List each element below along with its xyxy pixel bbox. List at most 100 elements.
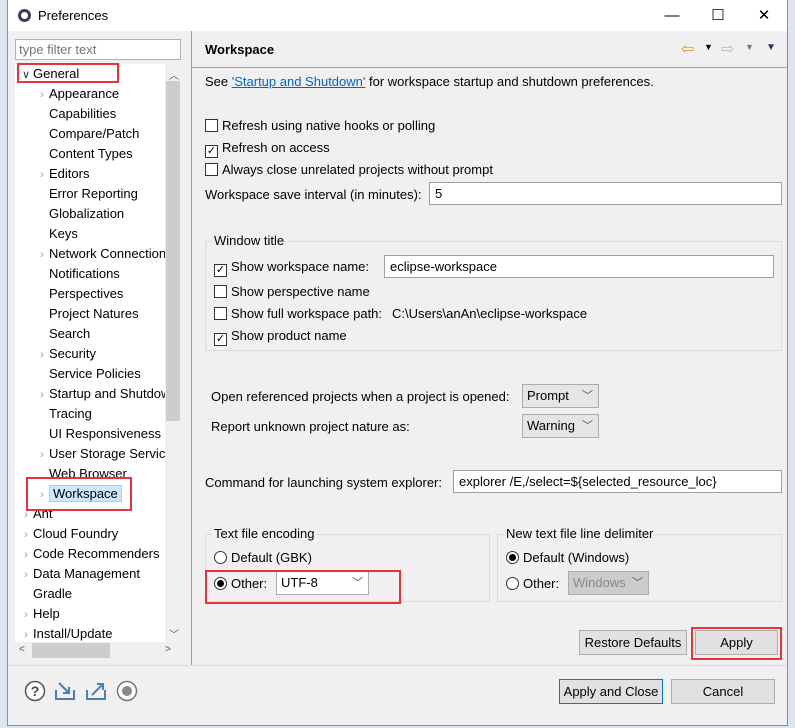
show-workspace-name-checkbox[interactable]: ✓ Show workspace name: bbox=[214, 259, 369, 277]
report-nature-select[interactable]: Warning ﹀ bbox=[522, 414, 599, 438]
chevron-right-icon[interactable]: › bbox=[35, 445, 49, 465]
checkmark-icon[interactable]: ✓ bbox=[214, 264, 227, 277]
always-close-checkbox[interactable]: Always close unrelated projects without … bbox=[205, 162, 493, 177]
page-header: Workspace ⇦ ▼ ⇨ ▼ ▼ bbox=[192, 31, 787, 68]
tree-item[interactable]: › User Storage Service bbox=[35, 444, 165, 464]
page-title: Workspace bbox=[205, 42, 275, 57]
tree-vertical-scrollbar[interactable]: ︿ ﹀ bbox=[165, 64, 181, 642]
scrollbar-thumb[interactable] bbox=[32, 643, 110, 658]
checkbox-box[interactable] bbox=[214, 307, 227, 320]
chevron-down-icon: ﹀ bbox=[582, 420, 593, 432]
scroll-right-icon[interactable]: > bbox=[165, 644, 171, 655]
tree-item[interactable]: Tracing bbox=[35, 404, 92, 424]
import-icon[interactable] bbox=[54, 680, 76, 702]
refresh-native-checkbox[interactable]: Refresh using native hooks or polling bbox=[205, 118, 435, 133]
tree-item[interactable]: Keys bbox=[35, 224, 78, 244]
restore-defaults-button[interactable]: Restore Defaults bbox=[579, 630, 687, 655]
chevron-right-icon[interactable]: › bbox=[19, 565, 33, 585]
tree-item[interactable]: › Appearance bbox=[35, 84, 119, 104]
chevron-down-icon: ﹀ bbox=[632, 577, 643, 589]
checkmark-icon[interactable]: ✓ bbox=[205, 145, 218, 158]
tree-item-label: UI Responsiveness bbox=[49, 426, 161, 441]
export-icon[interactable] bbox=[85, 680, 107, 702]
explorer-command-input[interactable]: explorer /E,/select=${selected_resource_… bbox=[453, 470, 782, 493]
scroll-left-icon[interactable]: < bbox=[19, 644, 25, 655]
apply-and-close-button[interactable]: Apply and Close bbox=[559, 679, 663, 704]
refresh-on-access-checkbox[interactable]: ✓ Refresh on access bbox=[205, 140, 330, 158]
startup-shutdown-link[interactable]: 'Startup and Shutdown' bbox=[232, 74, 366, 89]
tree-item-label: Content Types bbox=[49, 146, 133, 161]
workspace-name-input[interactable]: eclipse-workspace bbox=[384, 255, 774, 278]
tree-item[interactable]: Gradle bbox=[19, 584, 72, 604]
tree-item[interactable]: Content Types bbox=[35, 144, 133, 164]
checkbox-box[interactable] bbox=[214, 285, 227, 298]
scrollbar-thumb[interactable] bbox=[166, 81, 180, 421]
save-interval-label: Workspace save interval (in minutes): bbox=[205, 187, 422, 202]
scroll-down-icon[interactable]: ﹀ bbox=[169, 626, 179, 641]
tree-item[interactable]: › Startup and Shutdown bbox=[35, 384, 165, 404]
tree-item-label: Notifications bbox=[49, 266, 120, 281]
tree-item[interactable]: › Security bbox=[35, 344, 96, 364]
chevron-right-icon[interactable]: › bbox=[35, 345, 49, 365]
encoding-default-radio[interactable]: Default (GBK) bbox=[214, 550, 312, 565]
cancel-button[interactable]: Cancel bbox=[671, 679, 775, 704]
record-icon[interactable] bbox=[116, 680, 138, 702]
open-referenced-select[interactable]: Prompt ﹀ bbox=[522, 384, 599, 408]
chevron-right-icon[interactable]: › bbox=[19, 545, 33, 565]
show-perspective-checkbox[interactable]: Show perspective name bbox=[214, 284, 370, 299]
minimize-button[interactable]: — bbox=[649, 0, 695, 31]
radio-button[interactable] bbox=[506, 577, 519, 590]
chevron-right-icon[interactable]: › bbox=[19, 605, 33, 625]
maximize-button[interactable]: ☐ bbox=[695, 0, 741, 31]
radio-button[interactable] bbox=[214, 551, 227, 564]
checkmark-icon[interactable]: ✓ bbox=[214, 333, 227, 346]
tree-item[interactable]: Project Natures bbox=[35, 304, 139, 324]
back-menu-icon[interactable]: ▼ bbox=[704, 42, 713, 52]
radio-button[interactable] bbox=[506, 551, 519, 564]
tree-item[interactable]: › Data Management bbox=[19, 564, 140, 584]
tree-item[interactable]: › Install/Update bbox=[19, 624, 112, 642]
tree-item[interactable]: Perspectives bbox=[35, 284, 123, 304]
tree-item[interactable]: › Editors bbox=[35, 164, 89, 184]
tree-item[interactable]: › Network Connections bbox=[35, 244, 165, 264]
view-menu-icon[interactable]: ▼ bbox=[766, 42, 776, 53]
preference-navigation: ∨General›AppearanceCapabilitiesCompare/P… bbox=[8, 31, 191, 665]
workspace-path-value: C:\Users\anAn\eclipse-workspace bbox=[392, 306, 588, 321]
chevron-right-icon[interactable]: › bbox=[19, 525, 33, 545]
delimiter-select[interactable]: Windows ﹀ bbox=[568, 571, 649, 595]
delimiter-other-radio[interactable]: Other: bbox=[506, 576, 559, 591]
forward-menu-icon[interactable]: ▼ bbox=[745, 42, 754, 52]
close-button[interactable]: ✕ bbox=[741, 0, 787, 31]
filter-input[interactable] bbox=[15, 39, 181, 60]
delimiter-default-radio[interactable]: Default (Windows) bbox=[506, 550, 629, 565]
chevron-right-icon[interactable]: › bbox=[35, 85, 49, 105]
tree-item[interactable]: Capabilities bbox=[35, 104, 116, 124]
save-interval-input[interactable]: 5 bbox=[429, 182, 782, 205]
tree-item[interactable]: › Code Recommenders bbox=[19, 544, 159, 564]
help-icon[interactable]: ? bbox=[24, 680, 46, 702]
tree-item[interactable]: › Help bbox=[19, 604, 60, 624]
tree-item[interactable]: Notifications bbox=[35, 264, 120, 284]
tree-item[interactable]: Search bbox=[35, 324, 90, 344]
tree-item[interactable]: Error Reporting bbox=[35, 184, 138, 204]
chevron-right-icon[interactable]: › bbox=[35, 165, 49, 185]
tree-item-label: Security bbox=[49, 346, 96, 361]
scroll-up-icon[interactable]: ︿ bbox=[169, 67, 179, 82]
show-product-name-checkbox[interactable]: ✓ Show product name bbox=[214, 328, 347, 346]
back-arrow-icon[interactable]: ⇦ bbox=[681, 39, 694, 59]
tree-item[interactable]: Service Policies bbox=[35, 364, 141, 384]
tree-item-label: Network Connections bbox=[49, 246, 165, 261]
show-full-path-checkbox[interactable]: Show full workspace path: bbox=[214, 306, 382, 321]
checkbox-box[interactable] bbox=[205, 163, 218, 176]
tree-item[interactable]: › Cloud Foundry bbox=[19, 524, 118, 544]
tree-horizontal-scrollbar[interactable]: < > bbox=[15, 642, 181, 659]
chevron-right-icon[interactable]: › bbox=[19, 625, 33, 642]
window-title-group: Window title ✓ Show workspace name: eclip… bbox=[205, 233, 782, 351]
chevron-right-icon[interactable]: › bbox=[35, 245, 49, 265]
checkbox-box[interactable] bbox=[205, 119, 218, 132]
chevron-right-icon[interactable]: › bbox=[35, 385, 49, 405]
forward-arrow-icon[interactable]: ⇨ bbox=[721, 39, 734, 59]
tree-item[interactable]: Compare/Patch bbox=[35, 124, 139, 144]
tree-item[interactable]: UI Responsiveness bbox=[35, 424, 161, 444]
tree-item[interactable]: Globalization bbox=[35, 204, 124, 224]
